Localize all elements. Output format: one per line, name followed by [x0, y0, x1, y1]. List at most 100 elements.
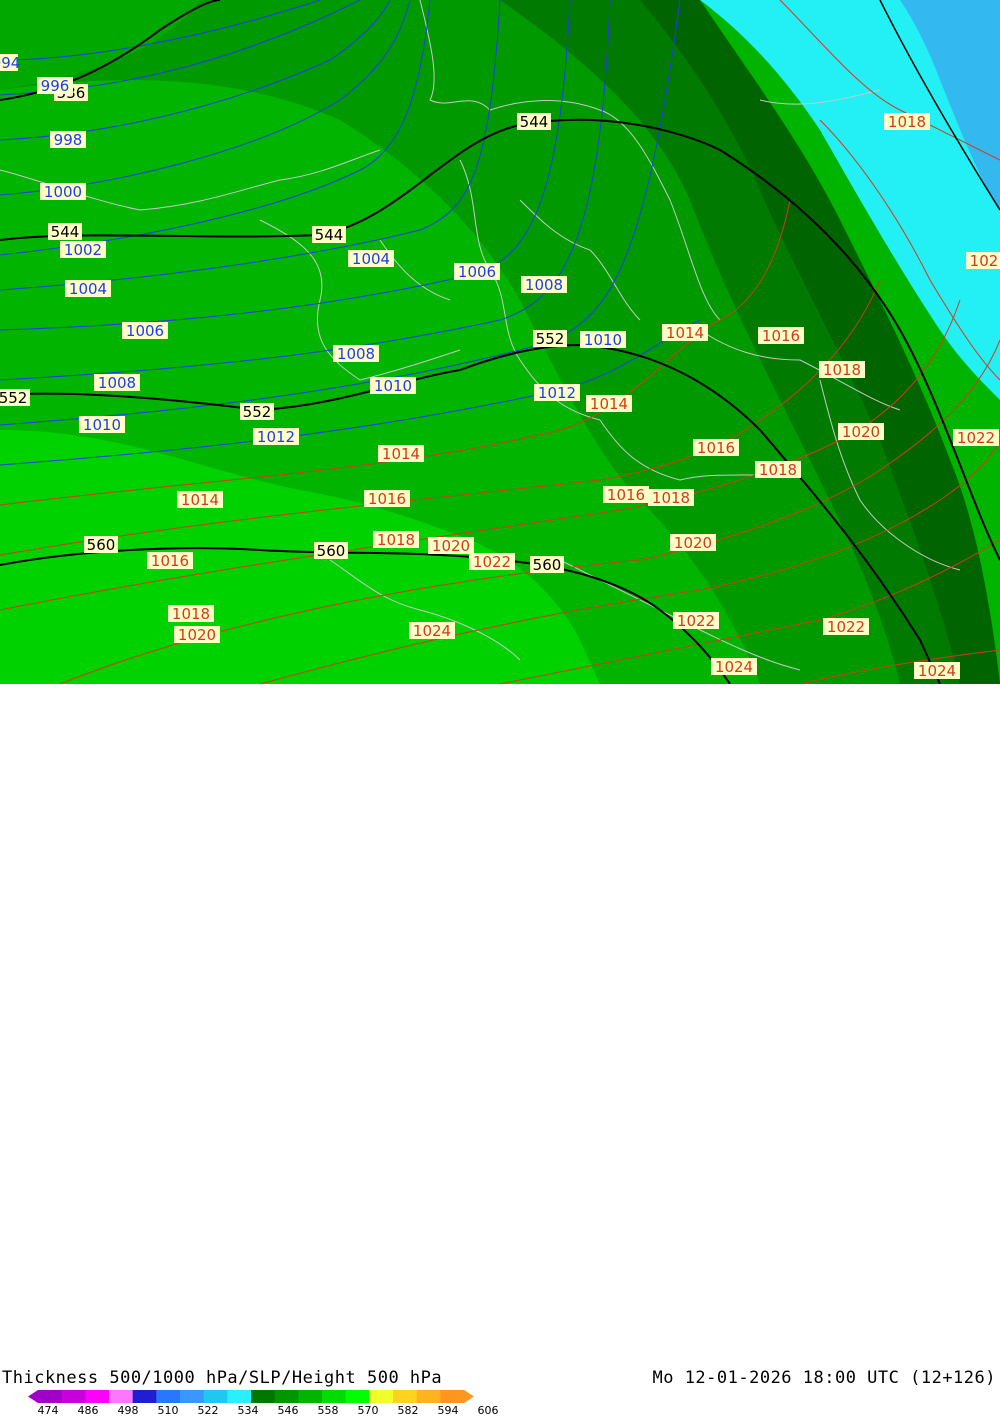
- slp-label: 1016: [758, 327, 804, 345]
- svg-text:1014: 1014: [382, 445, 420, 463]
- svg-text:1006: 1006: [126, 322, 164, 340]
- thickness-label: 552: [0, 389, 30, 407]
- svg-text:1016: 1016: [368, 490, 406, 508]
- scale-arrow-right: [464, 1390, 474, 1403]
- scale-swatch: [440, 1390, 465, 1403]
- slp-label: 1008: [333, 345, 379, 363]
- svg-text:1014: 1014: [181, 491, 219, 509]
- svg-text:1008: 1008: [98, 374, 136, 392]
- scale-swatch: [369, 1390, 394, 1403]
- slp-label: 1024: [914, 662, 960, 680]
- slp-label: 998: [50, 131, 86, 149]
- slp-label: 1018: [819, 361, 865, 379]
- slp-label: 1000: [40, 183, 86, 201]
- scale-swatch: [298, 1390, 323, 1403]
- thickness-label: 560: [84, 536, 118, 554]
- scale-swatch: [393, 1390, 418, 1403]
- svg-text:1022: 1022: [473, 553, 511, 571]
- scale-tick-label: 498: [117, 1404, 139, 1417]
- slp-label: 1014: [662, 324, 708, 342]
- scale-arrow-left: [28, 1390, 38, 1403]
- scale-swatch: [416, 1390, 441, 1403]
- scale-tick-label: 510: [157, 1404, 179, 1417]
- slp-label: 1012: [253, 428, 299, 446]
- svg-text:544: 544: [51, 223, 80, 241]
- slp-label: 102: [966, 252, 1000, 270]
- svg-text:1012: 1012: [538, 384, 576, 402]
- slp-label: 1018: [884, 113, 930, 131]
- thickness-label: 552: [533, 330, 567, 348]
- scale-swatch: [61, 1390, 86, 1403]
- color-scale-ticks: 474 486 498 510 522 534 546 558 570 582 594 606: [0, 1404, 520, 1417]
- slp-label: 1014: [177, 491, 223, 509]
- svg-text:1018: 1018: [377, 531, 415, 549]
- slp-label: 1010: [370, 377, 416, 395]
- scale-tick-label: 486: [77, 1404, 99, 1417]
- slp-label: 1014: [378, 445, 424, 463]
- scale-swatch: [345, 1390, 370, 1403]
- slp-label: 1002: [60, 241, 106, 259]
- svg-text:560: 560: [87, 536, 116, 554]
- scale-swatch: [227, 1390, 252, 1403]
- thickness-label: 544: [517, 113, 551, 131]
- svg-text:1022: 1022: [677, 612, 715, 630]
- thickness-label: 560: [530, 556, 564, 574]
- svg-text:1018: 1018: [823, 361, 861, 379]
- scale-tick-label: 522: [197, 1404, 219, 1417]
- svg-text:1024: 1024: [918, 662, 956, 680]
- scale-swatch: [38, 1390, 63, 1403]
- svg-text:1004: 1004: [69, 280, 107, 298]
- slp-label: 1020: [174, 626, 220, 644]
- thickness-label: 544: [48, 223, 82, 241]
- forecast-datetime: Mo 12-01-2026 18:00 UTC (12+126): [652, 1368, 996, 1388]
- scale-tick-label: 570: [357, 1404, 379, 1417]
- svg-text:1016: 1016: [607, 486, 645, 504]
- svg-text:1014: 1014: [666, 324, 704, 342]
- slp-label: 1004: [348, 250, 394, 268]
- slp-label: 1022: [823, 618, 869, 636]
- svg-text:1018: 1018: [888, 113, 926, 131]
- slp-label: 1008: [521, 276, 567, 294]
- slp-label: 1016: [147, 552, 193, 570]
- slp-label: 1020: [670, 534, 716, 552]
- scale-tick-label: 474: [37, 1404, 59, 1417]
- scale-tick-label: 582: [397, 1404, 419, 1417]
- slp-label: 1016: [364, 490, 410, 508]
- slp-label: 1016: [693, 439, 739, 457]
- slp-label: 1016: [603, 486, 649, 504]
- scale-tick-label: 534: [237, 1404, 259, 1417]
- scale-tick-label: 606: [477, 1404, 499, 1417]
- svg-text:1016: 1016: [151, 552, 189, 570]
- slp-label: 1020: [428, 537, 474, 555]
- slp-label: 1014: [586, 395, 632, 413]
- svg-text:1022: 1022: [827, 618, 865, 636]
- svg-text:1008: 1008: [525, 276, 563, 294]
- svg-text:996: 996: [41, 77, 70, 95]
- slp-label: 1004: [65, 280, 111, 298]
- svg-text:552: 552: [0, 389, 27, 407]
- slp-label: 994: [0, 54, 20, 72]
- scale-tick-label: 594: [437, 1404, 459, 1417]
- color-scale-bar: [28, 1390, 474, 1403]
- svg-text:1000: 1000: [44, 183, 82, 201]
- scale-swatch: [109, 1390, 134, 1403]
- scale-swatch: [203, 1390, 228, 1403]
- scale-swatch: [85, 1390, 110, 1403]
- slp-label: 1010: [79, 416, 125, 434]
- svg-text:1018: 1018: [759, 461, 797, 479]
- slp-label: 1022: [673, 612, 719, 630]
- svg-text:1010: 1010: [584, 331, 622, 349]
- scale-tick-label: 546: [277, 1404, 299, 1417]
- slp-label: 1024: [409, 622, 455, 640]
- svg-text:1002: 1002: [64, 241, 102, 259]
- slp-label: 1006: [122, 322, 168, 340]
- svg-text:998: 998: [54, 131, 83, 149]
- scale-swatch: [274, 1390, 299, 1403]
- svg-text:994: 994: [0, 54, 20, 72]
- svg-text:1020: 1020: [674, 534, 712, 552]
- slp-label: 1024: [711, 658, 757, 676]
- svg-text:1014: 1014: [590, 395, 628, 413]
- scale-swatch: [132, 1390, 157, 1403]
- svg-text:544: 544: [315, 226, 344, 244]
- svg-text:102: 102: [970, 252, 999, 270]
